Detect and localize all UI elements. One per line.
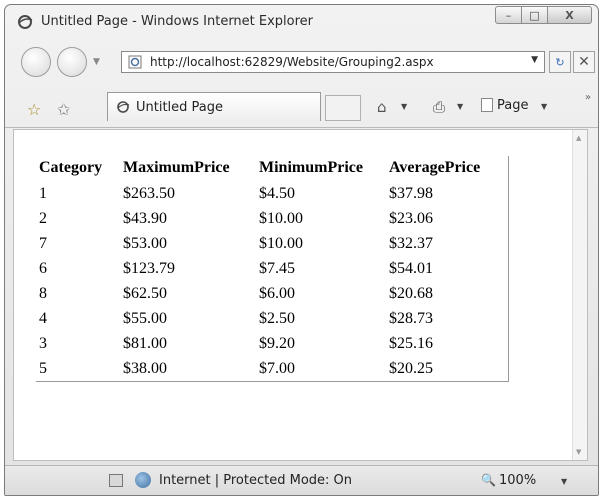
add-favorites-icon[interactable]: ✩ [57, 100, 70, 119]
column-header: MaximumPrice [123, 159, 230, 176]
table-cell: 6 [39, 259, 47, 277]
security-zone-text[interactable]: Internet | Protected Mode: On [159, 473, 352, 488]
table-cell: $28.73 [389, 309, 433, 327]
results-table: Category MaximumPrice MinimumPrice Avera… [36, 156, 509, 382]
table-cell: $43.90 [123, 209, 167, 227]
table-cell: $20.25 [389, 359, 433, 377]
table-cell: $38.00 [123, 359, 167, 377]
column-header: Category [39, 159, 103, 176]
status-page-icon [109, 474, 123, 487]
tab-untitled-page[interactable]: Untitled Page [107, 92, 321, 121]
caption-buttons: – □ X [495, 6, 592, 26]
column-header: AveragePrice [389, 159, 481, 176]
zoom-dropdown-icon[interactable]: ▼ [561, 477, 567, 486]
table-row: 2 $43.90 $10.00 $23.06 [36, 206, 509, 231]
table-cell: $7.45 [259, 259, 295, 277]
table-cell: $2.50 [259, 309, 295, 327]
table-cell: $9.20 [259, 334, 295, 352]
table-row: 8 $62.50 $6.00 $20.68 [36, 281, 509, 306]
status-bar: Internet | Protected Mode: On 🔍 100% ▼ [5, 465, 598, 495]
favorites-star-icon[interactable]: ☆ [27, 100, 41, 119]
home-dropdown-icon[interactable]: ▼ [401, 102, 407, 111]
table-cell: $32.37 [389, 234, 433, 252]
table-cell: $81.00 [123, 334, 167, 352]
page-menu-icon [481, 98, 493, 112]
refresh-icon: ↻ [555, 55, 565, 69]
window-title: Untitled Page - Windows Internet Explore… [41, 14, 314, 29]
table-cell: 1 [39, 184, 47, 202]
zoom-level[interactable]: 100% [499, 473, 536, 488]
table-cell: $4.50 [259, 184, 295, 202]
tab-page-icon [117, 101, 130, 113]
table-cell: $263.50 [123, 184, 175, 202]
browser-window: Untitled Page - Windows Internet Explore… [4, 4, 599, 496]
navigation-bar: ▼ http://localhost:62829/Website/Groupin… [5, 41, 598, 85]
close-button[interactable]: X [548, 6, 592, 24]
table-cell: 5 [39, 359, 47, 377]
more-commands-icon[interactable]: » [585, 92, 591, 103]
home-icon[interactable]: ⌂ [377, 98, 387, 116]
minimize-icon: – [505, 8, 512, 22]
stop-button[interactable]: ✕ [573, 51, 595, 73]
table-cell: $20.68 [389, 284, 433, 302]
table-cell: $54.01 [389, 259, 433, 277]
page-dropdown-icon[interactable]: ▼ [541, 102, 547, 111]
table-cell: $10.00 [259, 209, 303, 227]
maximize-button[interactable]: □ [522, 6, 548, 24]
zoom-magnifier-icon: 🔍 [481, 473, 496, 487]
ie-logo-icon [18, 15, 33, 29]
new-tab-button[interactable] [325, 95, 361, 121]
table-cell: 4 [39, 309, 47, 327]
table-cell: 7 [39, 234, 47, 252]
back-button[interactable] [21, 47, 51, 77]
page-icon [128, 55, 142, 69]
page-content: Category MaximumPrice MinimumPrice Avera… [13, 129, 588, 461]
title-bar: Untitled Page - Windows Internet Explore… [5, 5, 598, 37]
table-cell: $25.16 [389, 334, 433, 352]
address-dropdown-icon[interactable]: ▼ [531, 55, 538, 65]
scroll-up-icon[interactable]: ▲ [576, 134, 581, 142]
table-row: 1 $263.50 $4.50 $37.98 [36, 181, 509, 206]
globe-icon [135, 472, 151, 488]
table-cell: $53.00 [123, 234, 167, 252]
table-cell: $6.00 [259, 284, 295, 302]
table-row: 6 $123.79 $7.45 $54.01 [36, 256, 509, 281]
table-row: 5 $38.00 $7.00 $20.25 [36, 356, 509, 382]
table-cell: $62.50 [123, 284, 167, 302]
table-row: 7 $53.00 $10.00 $32.37 [36, 231, 509, 256]
table-row: 3 $81.00 $9.20 $25.16 [36, 331, 509, 356]
table-cell: $23.06 [389, 209, 433, 227]
table-cell: $123.79 [123, 259, 175, 277]
maximize-icon: □ [529, 8, 540, 22]
address-bar[interactable]: http://localhost:62829/Website/Grouping2… [121, 51, 545, 73]
minimize-button[interactable]: – [495, 6, 522, 24]
table-cell: $10.00 [259, 234, 303, 252]
print-icon[interactable]: ⎙ [433, 98, 445, 116]
vertical-scrollbar[interactable]: ▲ ▼ [572, 130, 587, 460]
refresh-button[interactable]: ↻ [549, 51, 571, 73]
close-icon: X [565, 8, 574, 22]
table-cell: $37.98 [389, 184, 433, 202]
tab-label: Untitled Page [136, 100, 224, 115]
table-cell: 8 [39, 284, 47, 302]
stop-icon: ✕ [578, 54, 590, 70]
recent-pages-dropdown-icon[interactable]: ▼ [93, 57, 100, 67]
table-cell: $55.00 [123, 309, 167, 327]
scroll-down-icon[interactable]: ▼ [576, 448, 581, 456]
forward-button[interactable] [57, 47, 87, 77]
url-text[interactable]: http://localhost:62829/Website/Grouping2… [150, 55, 434, 69]
command-bar: ☆ ✩ Untitled Page ⌂ ▼ ⎙ ▼ Page ▼ » [5, 87, 598, 128]
table-cell: 2 [39, 209, 47, 227]
table-row: 4 $55.00 $2.50 $28.73 [36, 306, 509, 331]
print-dropdown-icon[interactable]: ▼ [457, 102, 463, 111]
column-header: MinimumPrice [259, 159, 363, 176]
table-cell: $7.00 [259, 359, 295, 377]
page-menu-button[interactable]: Page [497, 98, 528, 113]
table-cell: 3 [39, 334, 47, 352]
table-header-row: Category MaximumPrice MinimumPrice Avera… [36, 156, 509, 181]
